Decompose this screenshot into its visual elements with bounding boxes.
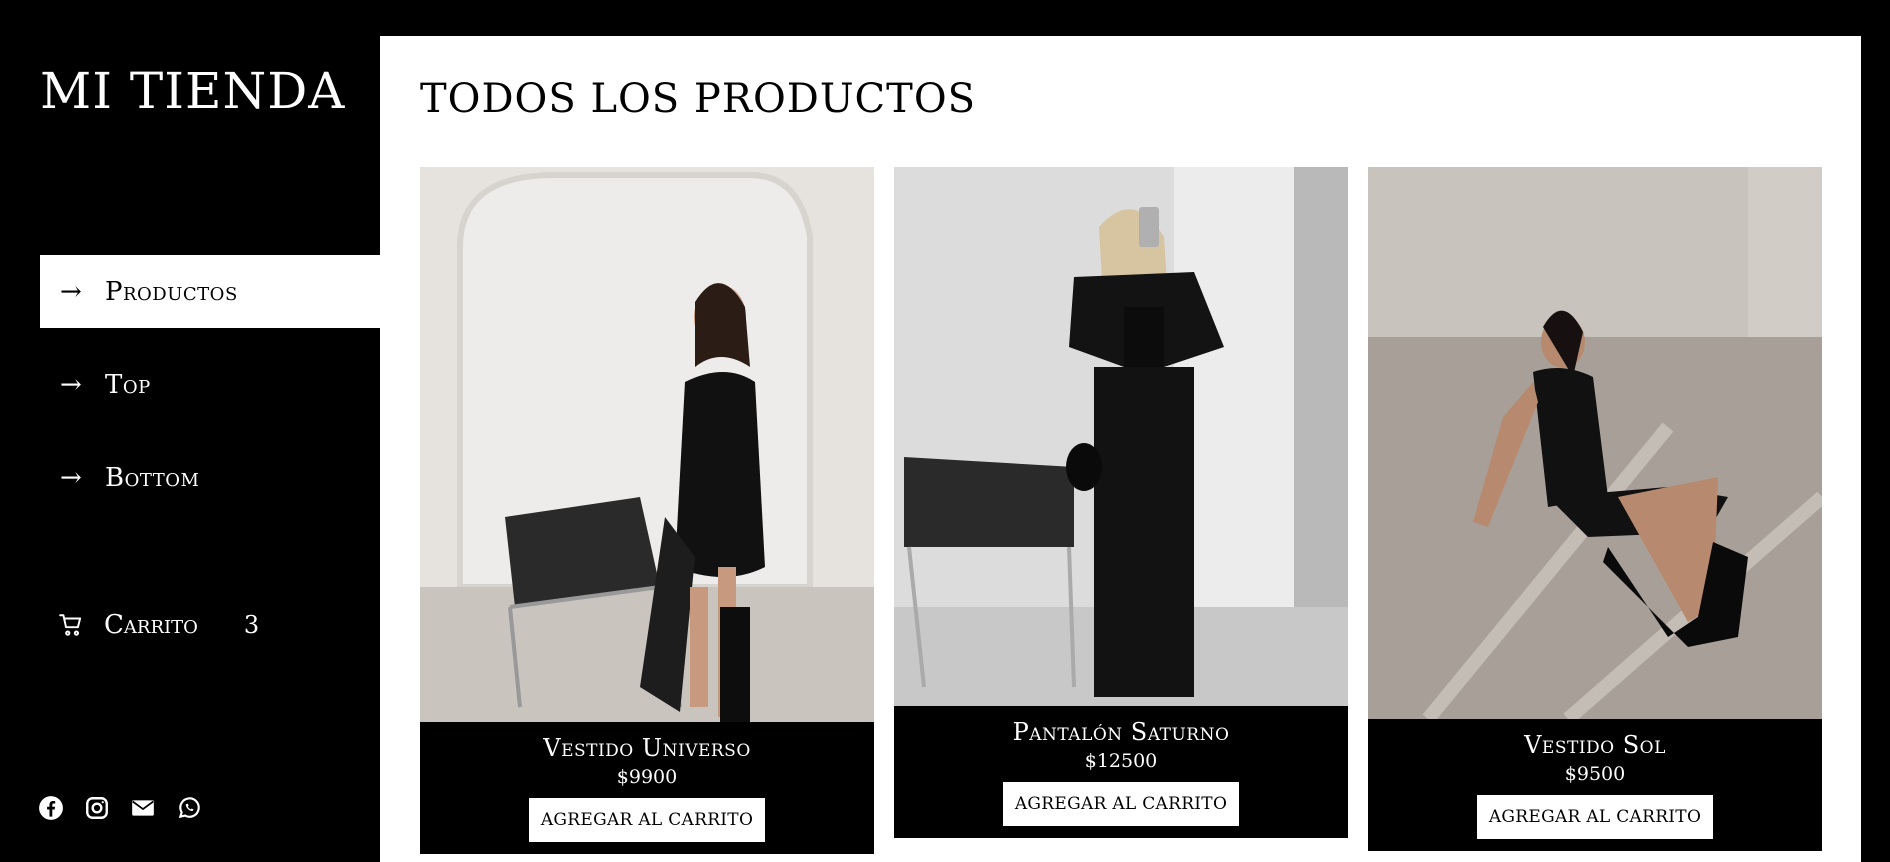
cart-icon xyxy=(59,614,82,636)
arrow-right-icon: → xyxy=(60,369,82,400)
page-title: TODOS LOS PRODUCTOS xyxy=(420,76,977,122)
main-panel: TODOS LOS PRODUCTOS Vestido Universo $99… xyxy=(380,36,1861,862)
whatsapp-icon[interactable] xyxy=(176,795,202,821)
cart-link[interactable]: Carrito 3 xyxy=(58,610,259,640)
sidebar-nav: → Productos → Top → Bottom xyxy=(40,255,380,534)
arrow-right-icon: → xyxy=(60,276,82,307)
product-price: $9900 xyxy=(616,766,678,788)
product-card: Vestido Sol $9500 AGREGAR AL CARRITO xyxy=(1368,167,1822,851)
add-to-cart-button[interactable]: AGREGAR AL CARRITO xyxy=(1002,782,1240,826)
sidebar-item-bottom[interactable]: → Bottom xyxy=(40,441,380,514)
mail-icon[interactable] xyxy=(130,795,156,821)
product-image[interactable] xyxy=(420,167,874,722)
arrow-right-icon: → xyxy=(60,462,82,493)
facebook-icon[interactable] xyxy=(38,795,64,821)
product-image[interactable] xyxy=(1368,167,1822,719)
product-price: $12500 xyxy=(1084,750,1158,772)
sidebar-item-label: Bottom xyxy=(105,462,200,493)
product-name: Vestido Universo xyxy=(543,734,751,762)
instagram-icon[interactable] xyxy=(84,795,110,821)
product-info: Pantalón Saturno $12500 AGREGAR AL CARRI… xyxy=(894,706,1348,838)
cart-count: 3 xyxy=(243,611,260,639)
product-info: Vestido Sol $9500 AGREGAR AL CARRITO xyxy=(1368,719,1822,851)
sidebar: MI TIENDA → Productos → Top → Bottom Car… xyxy=(0,0,380,862)
product-name: Pantalón Saturno xyxy=(1012,718,1230,746)
product-card: Vestido Universo $9900 AGREGAR AL CARRIT… xyxy=(420,167,874,854)
add-to-cart-button[interactable]: AGREGAR AL CARRITO xyxy=(528,798,766,842)
product-name: Vestido Sol xyxy=(1524,731,1666,759)
product-image[interactable] xyxy=(894,167,1348,706)
product-card: Pantalón Saturno $12500 AGREGAR AL CARRI… xyxy=(894,167,1348,838)
sidebar-item-label: Top xyxy=(105,369,151,400)
product-info: Vestido Universo $9900 AGREGAR AL CARRIT… xyxy=(420,722,874,854)
product-price: $9500 xyxy=(1564,763,1626,785)
brand-logo[interactable]: MI TIENDA xyxy=(40,62,345,120)
social-links xyxy=(38,795,202,821)
cart-label: Carrito xyxy=(104,610,198,640)
sidebar-item-top[interactable]: → Top xyxy=(40,348,380,421)
sidebar-item-productos[interactable]: → Productos xyxy=(40,255,380,328)
sidebar-item-label: Productos xyxy=(105,276,238,307)
product-grid: Vestido Universo $9900 AGREGAR AL CARRIT… xyxy=(420,167,1822,862)
add-to-cart-button[interactable]: AGREGAR AL CARRITO xyxy=(1476,795,1714,839)
